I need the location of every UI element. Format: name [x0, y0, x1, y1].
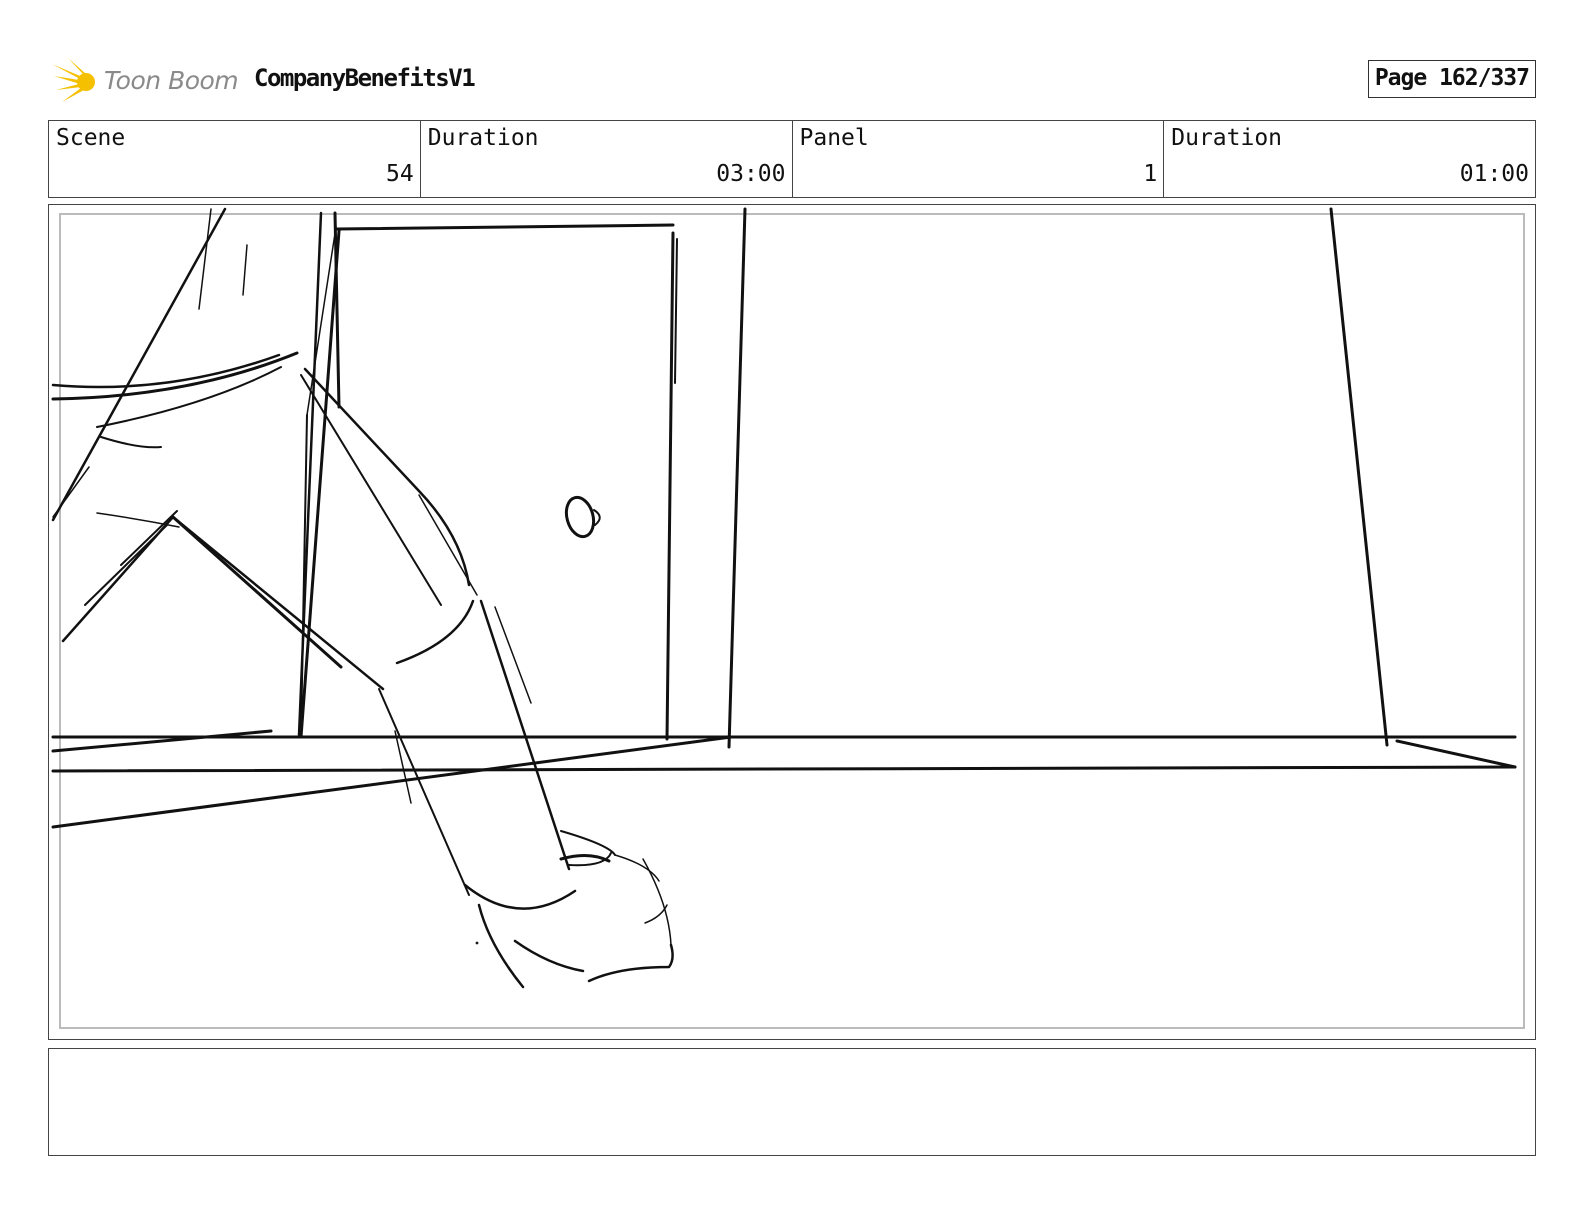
- scene-duration-value: 03:00: [716, 161, 786, 187]
- scene-duration-cell: Duration 03:00: [421, 121, 793, 197]
- scene-value: 54: [386, 161, 414, 187]
- panel-duration-label: Duration: [1171, 125, 1283, 151]
- panel-value: 1: [1143, 161, 1158, 187]
- panel-notes-area: [48, 1048, 1536, 1156]
- storyboard-sketch: [51, 207, 1517, 989]
- panel-duration-cell: Duration 01:00: [1164, 121, 1535, 197]
- toon-boom-logo: Toon Boom: [52, 58, 242, 106]
- scene-info-bar: Scene 54 Duration 03:00 Panel 1 Duration…: [48, 120, 1536, 198]
- storyboard-panel: [48, 204, 1536, 1040]
- page-number-box: Page 162/337: [1367, 60, 1536, 98]
- panel-label: Panel: [799, 125, 869, 151]
- toon-boom-burst-icon: [52, 58, 95, 102]
- logo-wordmark: Toon Boom: [104, 66, 239, 95]
- scene-cell: Scene 54: [49, 121, 421, 197]
- project-title: CompanyBenefitsV1: [254, 64, 476, 92]
- panel-cell: Panel 1: [793, 121, 1165, 197]
- scene-duration-label: Duration: [427, 125, 539, 151]
- scene-label: Scene: [56, 125, 126, 151]
- panel-duration-value: 01:00: [1459, 161, 1529, 187]
- page-header: Toon Boom CompanyBenefitsV1 Page 162/337: [48, 56, 1536, 108]
